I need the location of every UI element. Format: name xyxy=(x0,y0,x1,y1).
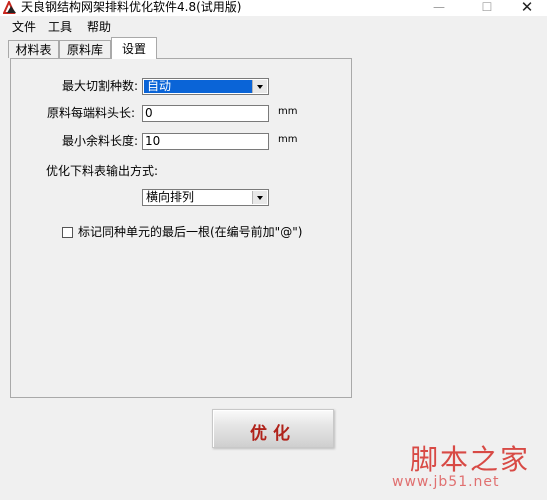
max-cut-types-select[interactable]: 自动 xyxy=(142,78,269,95)
max-cut-types-value: 自动 xyxy=(144,80,255,93)
watermark: 脚本之家 www.jb51.net xyxy=(392,438,542,494)
maximize-button[interactable]: ☐ xyxy=(472,0,502,16)
menu-bar: 文件 工具 帮助 xyxy=(0,17,547,37)
optimize-button-label: 优化 xyxy=(250,424,296,444)
chevron-down-icon[interactable] xyxy=(252,191,267,204)
min-remainder-unit: mm xyxy=(278,134,298,145)
watermark-title: 脚本之家 xyxy=(410,443,531,476)
minimize-button[interactable]: — xyxy=(424,0,454,16)
tab-stock-library[interactable]: 原料库 xyxy=(59,40,111,58)
head-length-unit: mm xyxy=(278,106,298,117)
mark-last-checkbox[interactable] xyxy=(62,227,73,238)
head-length-label: 原料每端料头长: xyxy=(47,106,136,120)
head-length-input[interactable]: 0 xyxy=(142,105,269,122)
watermark-url: www.jb51.net xyxy=(392,474,500,490)
max-cut-types-label: 最大切割种数: xyxy=(62,79,139,93)
output-mode-label: 优化下料表输出方式: xyxy=(46,164,159,178)
output-mode-value: 横向排列 xyxy=(146,190,195,204)
menu-tools[interactable]: 工具 xyxy=(48,20,72,34)
app-logo-icon xyxy=(3,1,16,14)
min-remainder-input[interactable]: 10 xyxy=(142,133,269,150)
tab-materials[interactable]: 材料表 xyxy=(8,40,59,58)
title-bar[interactable]: 天良钢结构网架排料优化软件4.8(试用版) — ☐ ✕ xyxy=(0,0,547,16)
menu-help[interactable]: 帮助 xyxy=(87,20,111,34)
close-button[interactable]: ✕ xyxy=(512,0,542,16)
min-remainder-label: 最小余料长度: xyxy=(62,134,139,148)
optimize-button[interactable]: 优化 xyxy=(212,409,334,448)
window-title: 天良钢结构网架排料优化软件4.8(试用版) xyxy=(21,0,242,14)
tab-settings[interactable]: 设置 xyxy=(111,37,157,59)
menu-file[interactable]: 文件 xyxy=(12,20,36,34)
output-mode-select[interactable]: 横向排列 xyxy=(142,189,269,206)
chevron-down-icon[interactable] xyxy=(252,80,267,93)
mark-last-label[interactable]: 标记同种单元的最后一根(在编号前加"@") xyxy=(78,225,302,239)
